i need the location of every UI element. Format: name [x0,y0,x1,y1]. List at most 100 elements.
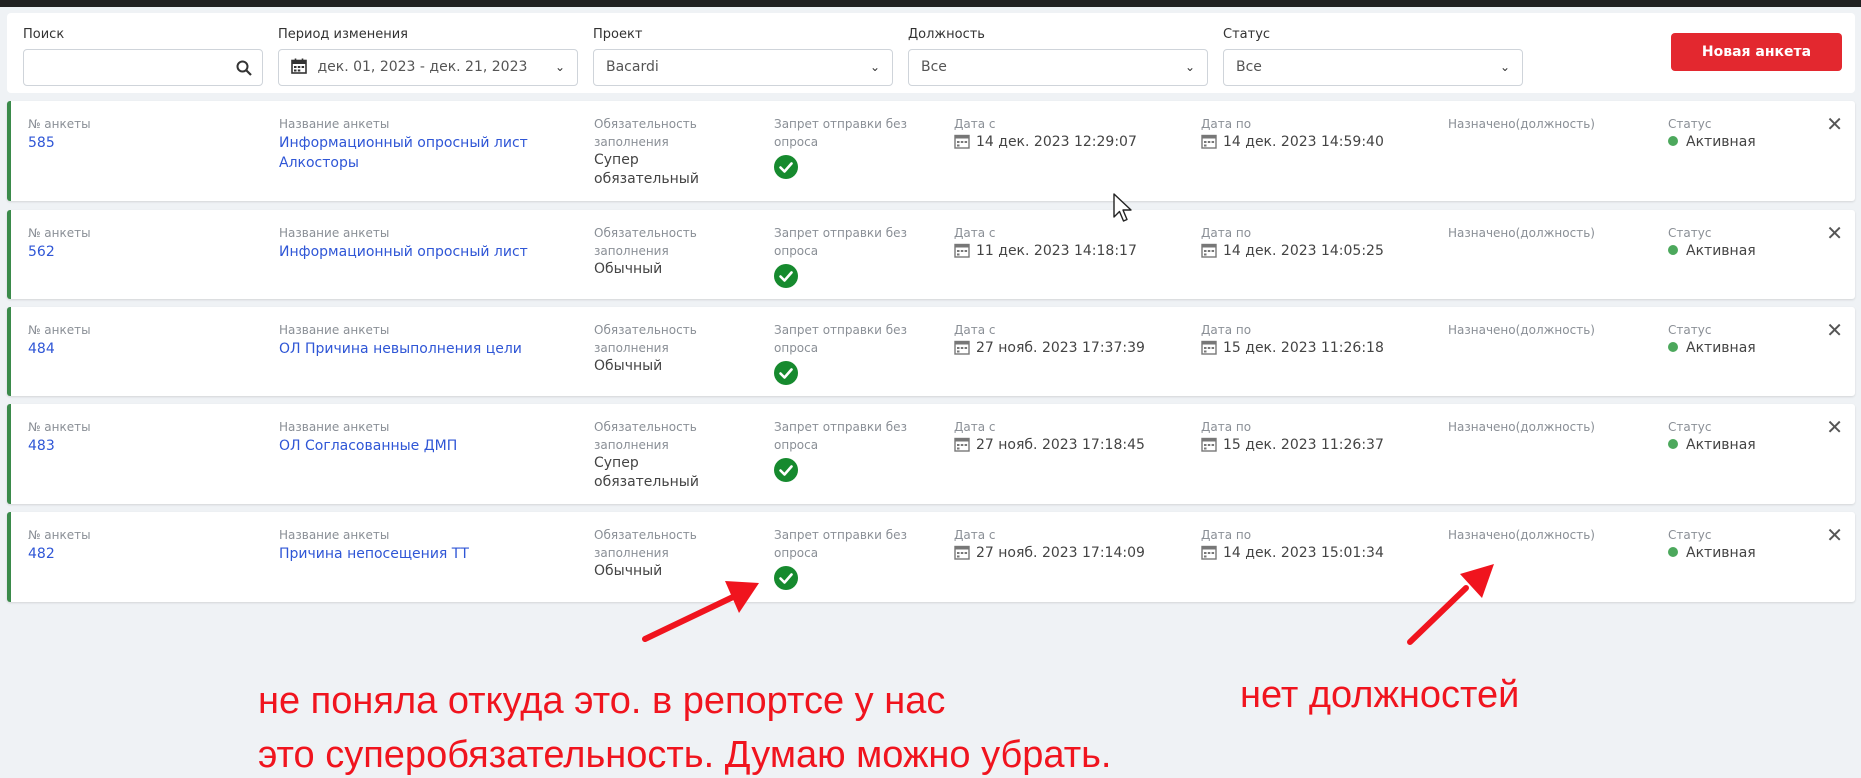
calendar-icon [954,545,970,560]
new-survey-button[interactable]: Новая анкета [1671,33,1842,71]
status-dot [1668,136,1678,146]
survey-number-link[interactable]: 482 [28,544,91,564]
status-dot [1668,245,1678,255]
ban-label: Запрет отправки без опроса [774,420,907,452]
search-icon[interactable] [236,60,252,76]
project-label: Проект [593,27,643,42]
date-from-value: 27 нояб. 2023 17:18:45 [976,437,1145,453]
close-icon[interactable]: ✕ [1826,112,1843,136]
status-column-label: Статус [1668,117,1712,131]
mandatory-label: Обязательность заполнения [594,323,697,355]
survey-name-link[interactable]: Информационный опросный лист Алкосторы [279,133,549,173]
survey-number-link[interactable]: 585 [28,133,91,153]
survey-name-link[interactable]: ОЛ Причина невыполнения цели [279,339,549,359]
survey-row[interactable]: № анкеты 484 Название анкеты ОЛ Причина … [7,307,1855,396]
period-label: Период изменения [278,27,408,42]
name-label: Название анкеты [279,323,390,337]
close-icon[interactable]: ✕ [1826,221,1843,245]
mandatory-value: Супер обязательный [594,152,699,187]
name-label: Название анкеты [279,420,390,434]
name-label: Название анкеты [279,226,390,240]
status-badge: Активная [1686,437,1756,453]
position-select[interactable]: Все ⌄ [908,49,1208,86]
close-icon[interactable]: ✕ [1826,318,1843,342]
close-icon[interactable]: ✕ [1826,415,1843,439]
status-column-label: Статус [1668,420,1712,434]
date-to-value: 14 дек. 2023 15:01:34 [1223,545,1384,561]
status-badge: Активная [1686,545,1756,561]
date-to-value: 15 дек. 2023 11:26:18 [1223,340,1384,356]
search-filter: Поиск [23,27,263,86]
status-column-label: Статус [1668,323,1712,337]
period-picker[interactable]: дек. 01, 2023 - дек. 21, 2023 ⌄ [278,49,578,86]
check-circle-icon [774,458,798,482]
calendar-icon [1201,340,1217,355]
date-to-value: 14 дек. 2023 14:59:40 [1223,134,1384,150]
survey-number-link[interactable]: 483 [28,436,91,456]
annotation-note-left-line1: не поняла откуда это. в репортсе у нас [258,680,946,722]
project-select[interactable]: Bacardi ⌄ [593,49,893,86]
date-from-value: 27 нояб. 2023 17:14:09 [976,545,1145,561]
mandatory-label: Обязательность заполнения [594,117,697,149]
chevron-down-icon: ⌄ [1184,60,1195,74]
position-filter: Должность Все ⌄ [908,27,1208,86]
check-circle-icon [774,361,798,385]
survey-row[interactable]: № анкеты 483 Название анкеты ОЛ Согласов… [7,404,1855,504]
date-to-value: 14 дек. 2023 14:05:25 [1223,243,1384,259]
status-badge: Активная [1686,243,1756,259]
status-badge: Активная [1686,340,1756,356]
calendar-icon [1201,545,1217,560]
check-circle-icon [774,155,798,179]
number-label: № анкеты [28,420,91,434]
status-column-label: Статус [1668,528,1712,542]
annotation-note-right: нет должностей [1240,674,1520,716]
name-label: Название анкеты [279,528,390,542]
status-value: Все [1236,59,1262,75]
status-dot [1668,342,1678,352]
status-dot [1668,439,1678,449]
status-select[interactable]: Все ⌄ [1223,49,1523,86]
survey-number-link[interactable]: 484 [28,339,91,359]
survey-number-link[interactable]: 562 [28,242,91,262]
mandatory-label: Обязательность заполнения [594,420,697,452]
search-input[interactable] [23,49,263,86]
status-label: Статус [1223,27,1271,42]
period-value: дек. 01, 2023 - дек. 21, 2023 [317,59,528,75]
date-to-label: Дата по [1201,117,1252,131]
annotation-note-left-line2: это суперобязательность. Думаю можно убр… [258,734,1112,776]
survey-name-link[interactable]: Информационный опросный лист [279,242,549,262]
position-value: Все [921,59,947,75]
date-to-value: 15 дек. 2023 11:26:37 [1223,437,1384,453]
survey-row[interactable]: № анкеты 562 Название анкеты Информацион… [7,210,1855,299]
filters-panel: Поиск Период изменения дек. 01, 2023 - д… [7,13,1855,93]
name-label: Название анкеты [279,117,390,131]
chevron-down-icon: ⌄ [869,60,880,74]
assigned-label: Назначено(должность) [1448,323,1595,337]
window-top-bar [0,0,1861,7]
date-from-value: 14 дек. 2023 12:29:07 [976,134,1137,150]
ban-label: Запрет отправки без опроса [774,323,907,355]
ban-label: Запрет отправки без опроса [774,117,907,149]
status-filter: Статус Все ⌄ [1223,27,1523,86]
date-to-label: Дата по [1201,420,1252,434]
survey-row[interactable]: № анкеты 482 Название анкеты Причина неп… [7,512,1855,602]
date-to-label: Дата по [1201,226,1252,240]
survey-name-link[interactable]: Причина непосещения ТТ [279,544,549,564]
annotation-arrow-right [1407,564,1494,645]
survey-name-link[interactable]: ОЛ Согласованные ДМП [279,436,549,456]
close-icon[interactable]: ✕ [1826,523,1843,547]
date-from-label: Дата с [954,528,996,542]
calendar-icon [1201,437,1217,452]
period-filter: Период изменения дек. 01, 2023 - дек. 21… [278,27,578,86]
date-to-label: Дата по [1201,323,1252,337]
project-filter: Проект Bacardi ⌄ [593,27,893,86]
calendar-icon [1201,243,1217,258]
calendar-icon [1201,134,1217,149]
number-label: № анкеты [28,226,91,240]
number-label: № анкеты [28,528,91,542]
survey-row[interactable]: № анкеты 585 Название анкеты Информацион… [7,101,1855,201]
assigned-label: Назначено(должность) [1448,226,1595,240]
mandatory-value: Супер обязательный [594,455,699,490]
status-column-label: Статус [1668,226,1712,240]
mouse-cursor-icon [1113,193,1132,222]
